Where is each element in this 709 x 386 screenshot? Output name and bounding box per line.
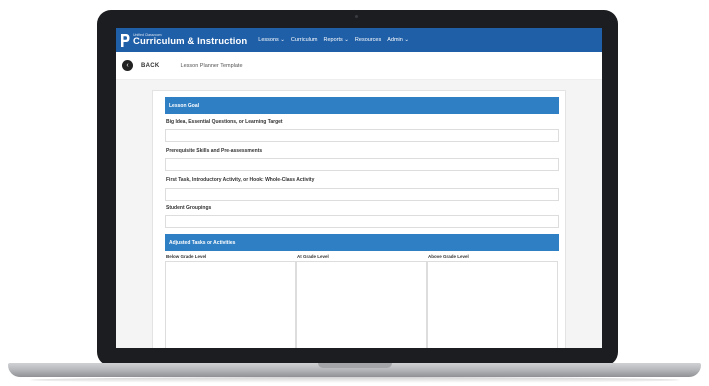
- page-title: Lesson Planner Template: [180, 62, 243, 69]
- first-task-label: First Task, Introductory Activity, or Ho…: [166, 177, 315, 183]
- app-logo[interactable]: Unified Classroom Curriculum & Instructi…: [120, 33, 247, 48]
- at-grade-field[interactable]: [296, 261, 427, 348]
- logo-subtitle: Unified Classroom: [133, 32, 162, 37]
- nav-item-curriculum[interactable]: Curriculum: [291, 37, 318, 43]
- nav-item-lessons[interactable]: Lessons ⌄: [258, 37, 285, 43]
- prerequisite-skills-field[interactable]: [165, 158, 559, 171]
- logo-icon: [121, 33, 130, 47]
- nav-item-reports[interactable]: Reports ⌄: [324, 37, 349, 43]
- big-idea-label: Big Idea, Essential Questions, or Learni…: [166, 119, 283, 125]
- laptop-screen: Unified Classroom Curriculum & Instructi…: [116, 28, 602, 348]
- nav-item-resources[interactable]: Resources: [355, 37, 381, 43]
- main-content: Lesson Goal Big Idea, Essential Question…: [116, 80, 602, 348]
- app-title: Curriculum & Instruction: [133, 36, 248, 47]
- below-grade-field[interactable]: [165, 261, 296, 348]
- app-navbar: Unified Classroom Curriculum & Instructi…: [116, 28, 602, 52]
- above-grade-label: Above Grade Level: [428, 254, 469, 259]
- below-grade-label: Below Grade Level: [166, 254, 207, 259]
- laptop-notch: [318, 363, 392, 368]
- lesson-goal-header: Lesson Goal: [165, 97, 559, 114]
- student-groupings-label: Student Groupings: [166, 205, 212, 211]
- prerequisite-skills-label: Prerequisite Skills and Pre-assessments: [166, 148, 263, 154]
- laptop-shadow: [30, 377, 680, 383]
- at-grade-label: At Grade Level: [297, 254, 329, 259]
- adjusted-tasks-header: Adjusted Tasks or Activities: [165, 234, 559, 251]
- camera-dot: [355, 15, 358, 18]
- back-arrow-icon[interactable]: ‹: [122, 60, 133, 71]
- back-button[interactable]: BACK: [141, 63, 160, 69]
- sub-header: ‹ BACK Lesson Planner Template: [116, 52, 602, 80]
- lesson-planner-form: Lesson Goal Big Idea, Essential Question…: [152, 90, 566, 348]
- nav-item-admin[interactable]: Admin ⌄: [387, 37, 409, 43]
- first-task-field[interactable]: [165, 188, 559, 201]
- above-grade-field[interactable]: [427, 261, 558, 348]
- student-groupings-field[interactable]: [165, 215, 559, 228]
- big-idea-field[interactable]: [165, 129, 559, 142]
